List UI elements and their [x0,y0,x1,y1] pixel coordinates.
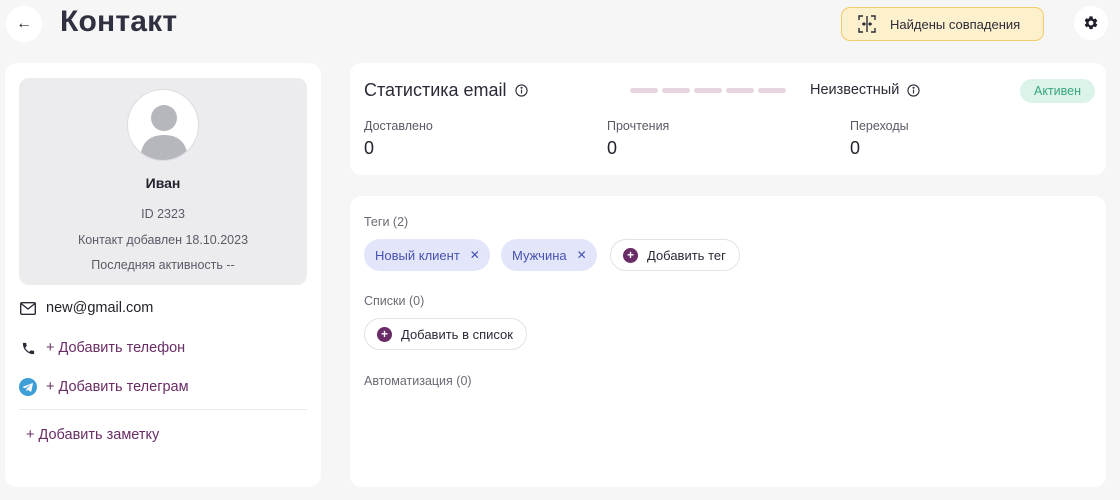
email-row: new@gmail.com [19,297,153,319]
stat-value: 0 [364,138,375,158]
add-tag-label: Добавить тег [647,247,726,263]
mail-icon [19,299,37,317]
tag-chip: Мужчина ✕ [501,239,597,271]
add-telegram-link[interactable]: + Добавить телеграм [46,379,189,395]
automation-label: Автоматизация (0) [364,374,472,388]
details-card: Теги (2) Новый клиент ✕ Мужчина ✕ + Доба… [350,196,1106,487]
gear-icon [1083,15,1099,31]
email-status-label: Неизвестный [810,82,920,98]
stat-opens: Прочтения 0 [607,119,669,159]
tag-chip: Новый клиент ✕ [364,239,490,271]
email-stats-title-text: Статистика email [364,80,507,100]
remove-tag-icon[interactable]: ✕ [470,248,480,262]
add-phone-link[interactable]: + Добавить телефон [46,340,185,356]
lists-label: Списки (0) [364,294,425,308]
stat-label: Переходы [850,119,909,133]
stat-label: Доставлено [364,119,433,133]
add-tag-button[interactable]: + Добавить тег [610,239,740,271]
contact-card: Иван ID 2323 Контакт добавлен 18.10.2023… [5,63,321,487]
add-to-list-button[interactable]: + Добавить в список [364,318,527,350]
phone-icon [19,339,37,357]
tag-label: Мужчина [512,247,567,263]
email-stats-title: Статистика email [364,80,528,101]
plus-circle-icon: + [623,247,638,263]
email-status-text: Неизвестный [810,82,900,98]
back-button[interactable]: ← [6,6,42,42]
stat-label: Прочтения [607,119,670,133]
email-value: new@gmail.com [46,300,154,316]
remove-tag-icon[interactable]: ✕ [577,248,587,262]
stat-delivered: Доставлено 0 [364,119,433,159]
add-to-list-label: Добавить в список [401,326,513,342]
user-avatar-icon [140,105,188,160]
tags-label: Теги (2) [364,215,409,229]
info-icon[interactable] [907,83,920,97]
profile-box: Иван ID 2323 Контакт добавлен 18.10.2023… [19,78,307,285]
email-stats-card: Статистика email Неизвестный Активен Дос… [350,63,1106,175]
stat-value: 0 [850,138,861,158]
telegram-icon [19,378,37,396]
divider [19,409,307,410]
arrow-left-icon: ← [16,15,32,32]
matches-found-label: Найдены совпадения [890,16,1021,32]
contact-last-activity: Последняя активность -- [91,258,235,272]
add-phone-row[interactable]: + Добавить телефон [19,337,185,359]
contact-added-date: Контакт добавлен 18.10.2023 [77,233,249,247]
add-note-link[interactable]: + Добавить заметку [26,427,159,443]
status-badge: Активен [1020,79,1095,103]
tag-label: Новый клиент [375,247,460,263]
stat-clicks: Переходы 0 [850,119,909,159]
plus-circle-icon: + [377,326,392,342]
matches-found-button[interactable]: Найдены совпадения [841,7,1044,41]
contact-id: ID 2323 [141,207,185,221]
top-bar: ← Контакт Найдены совпадения [0,0,1120,48]
loading-placeholder [630,88,786,93]
frame-compare-icon [858,15,876,33]
stat-value: 0 [607,138,618,158]
info-icon[interactable] [514,84,528,97]
page-title: Контакт [60,5,178,38]
add-telegram-row[interactable]: + Добавить телеграм [19,376,189,398]
contact-name: Иван [145,175,181,191]
settings-button[interactable] [1074,6,1108,40]
avatar [127,89,199,161]
